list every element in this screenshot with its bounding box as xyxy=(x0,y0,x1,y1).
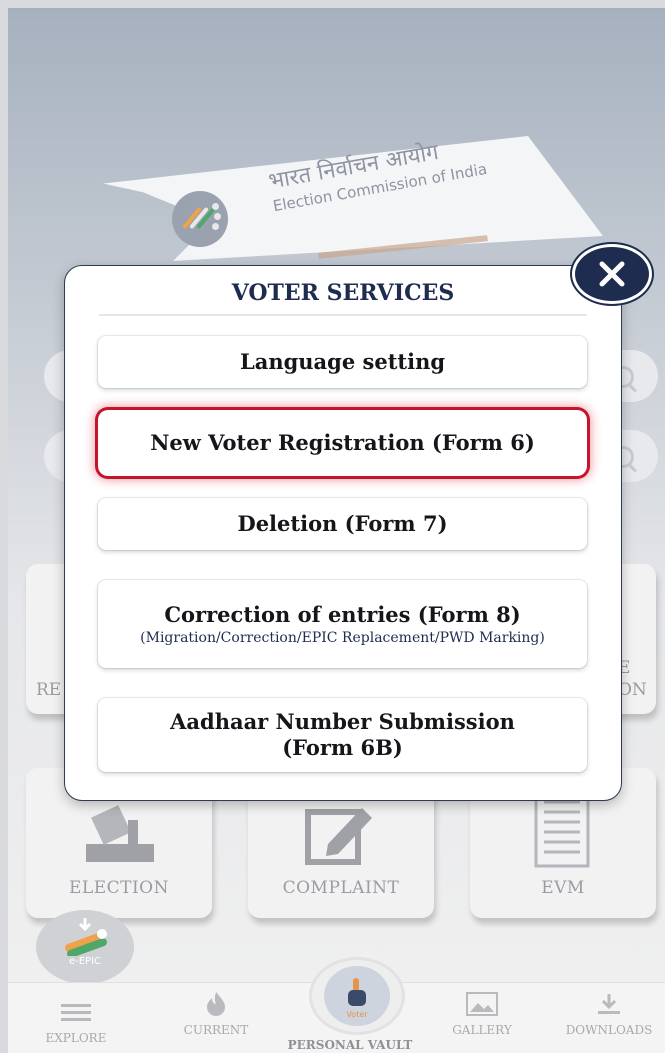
nav-explore[interactable]: EXPLORE xyxy=(30,1002,122,1045)
nav-current-label: CURRENT xyxy=(183,1023,249,1037)
nav-downloads[interactable]: DOWNLOADS xyxy=(556,992,662,1037)
dialog-title: VOTER SERVICES xyxy=(231,280,455,306)
option-label: New Voter Registration (Form 6) xyxy=(150,430,535,455)
close-icon xyxy=(599,261,625,287)
dialog-divider xyxy=(99,314,587,316)
tile-complaint-label: COMPLAINT xyxy=(282,878,400,898)
gallery-icon xyxy=(466,992,498,1016)
nav-current[interactable]: CURRENT xyxy=(168,990,264,1037)
tile-election-label: ELECTION xyxy=(69,878,169,898)
tile-information-label-bottom: ON xyxy=(618,680,647,700)
correction-form8-button[interactable]: Correction of entries (Form 8) (Migratio… xyxy=(98,580,587,668)
language-setting-button[interactable]: Language setting xyxy=(98,336,587,388)
voter-badge-label: Voter xyxy=(346,1010,368,1019)
voter-hand-icon: Voter xyxy=(324,966,390,1026)
option-label: Correction of entries (Form 8) xyxy=(164,601,521,627)
eci-emblem-icon xyxy=(172,191,228,247)
option-label: Language setting xyxy=(239,349,446,374)
e-epic-label: e-EPIC xyxy=(68,956,102,967)
tile-evm-label: EVM xyxy=(541,878,585,898)
new-voter-registration-button[interactable]: New Voter Registration (Form 6) xyxy=(98,410,587,476)
flame-icon xyxy=(207,992,225,1016)
edit-note-icon xyxy=(305,808,372,865)
deletion-form7-button[interactable]: Deletion (Form 7) xyxy=(98,498,587,550)
ballot-box-icon xyxy=(86,805,154,862)
nav-personal-vault-label: PERSONAL VAULT xyxy=(287,1038,413,1052)
nav-gallery-label: GALLERY xyxy=(452,1023,512,1037)
option-label: Aadhaar Number Submission (Form 6B) xyxy=(170,709,515,760)
download-icon xyxy=(598,994,620,1014)
nav-downloads-label: DOWNLOADS xyxy=(565,1023,653,1037)
menu-icon xyxy=(61,1004,91,1021)
option-label: Deletion (Form 7) xyxy=(237,511,448,536)
e-epic-icon xyxy=(65,918,107,956)
close-dialog-button[interactable] xyxy=(572,244,652,304)
nav-explore-label: EXPLORE xyxy=(45,1031,107,1045)
option-sublabel: (Migration/Correction/EPIC Replacement/P… xyxy=(140,629,545,646)
e-epic-button[interactable]: e-EPIC xyxy=(36,910,134,984)
nav-gallery[interactable]: GALLERY xyxy=(434,992,530,1037)
aadhaar-submission-button[interactable]: Aadhaar Number Submission (Form 6B) xyxy=(98,698,587,772)
tile-registration-label: RE xyxy=(36,680,62,700)
voter-services-dialog: VOTER SERVICES Language setting New Vote… xyxy=(64,265,622,801)
